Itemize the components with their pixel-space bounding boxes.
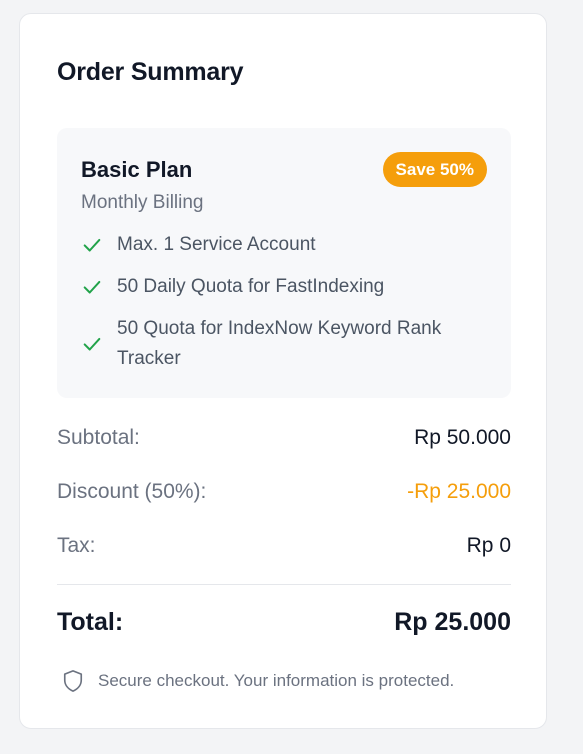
feature-label: 50 Daily Quota for FastIndexing [117, 276, 385, 297]
feature-label: Max. 1 Service Account [117, 234, 316, 255]
total-value: Rp 25.000 [394, 608, 511, 636]
discount-label: Discount (50%): [57, 480, 207, 503]
order-summary-card: Order Summary Basic Plan Save 50% Monthl… [19, 13, 547, 729]
total-row: Total: Rp 25.000 [57, 608, 511, 637]
tax-row: Tax: Rp 0 [57, 534, 511, 558]
divider [57, 584, 511, 585]
total-label: Total: [57, 608, 124, 636]
shield-icon [62, 669, 84, 693]
subtotal-value: Rp 50.000 [414, 426, 511, 449]
feature-item: 50 Quota for IndexNow Keyword Rank Track… [81, 314, 491, 374]
feature-label: 50 Quota for IndexNow Keyword Rank Track… [117, 318, 442, 369]
plan-details: Basic Plan Save 50% Monthly Billing Max.… [57, 128, 511, 398]
tax-value: Rp 0 [466, 534, 511, 557]
discount-value: -Rp 25.000 [407, 480, 511, 503]
plan-billing: Monthly Billing [81, 192, 204, 213]
discount-row: Discount (50%): -Rp 25.000 [57, 480, 511, 504]
check-icon [81, 276, 103, 298]
check-icon [81, 333, 103, 355]
feature-item: Max. 1 Service Account [81, 230, 491, 260]
secure-checkout-note: Secure checkout. Your information is pro… [62, 669, 454, 693]
feature-item: 50 Daily Quota for FastIndexing [81, 272, 491, 302]
save-badge: Save 50% [382, 152, 487, 187]
tax-label: Tax: [57, 534, 96, 557]
feature-list: Max. 1 Service Account 50 Daily Quota fo… [81, 230, 491, 374]
check-icon [81, 234, 103, 256]
subtotal-label: Subtotal: [57, 426, 140, 449]
order-summary-title: Order Summary [57, 58, 244, 86]
subtotal-row: Subtotal: Rp 50.000 [57, 426, 511, 450]
plan-name: Basic Plan [81, 157, 193, 182]
secure-checkout-text: Secure checkout. Your information is pro… [98, 671, 455, 690]
